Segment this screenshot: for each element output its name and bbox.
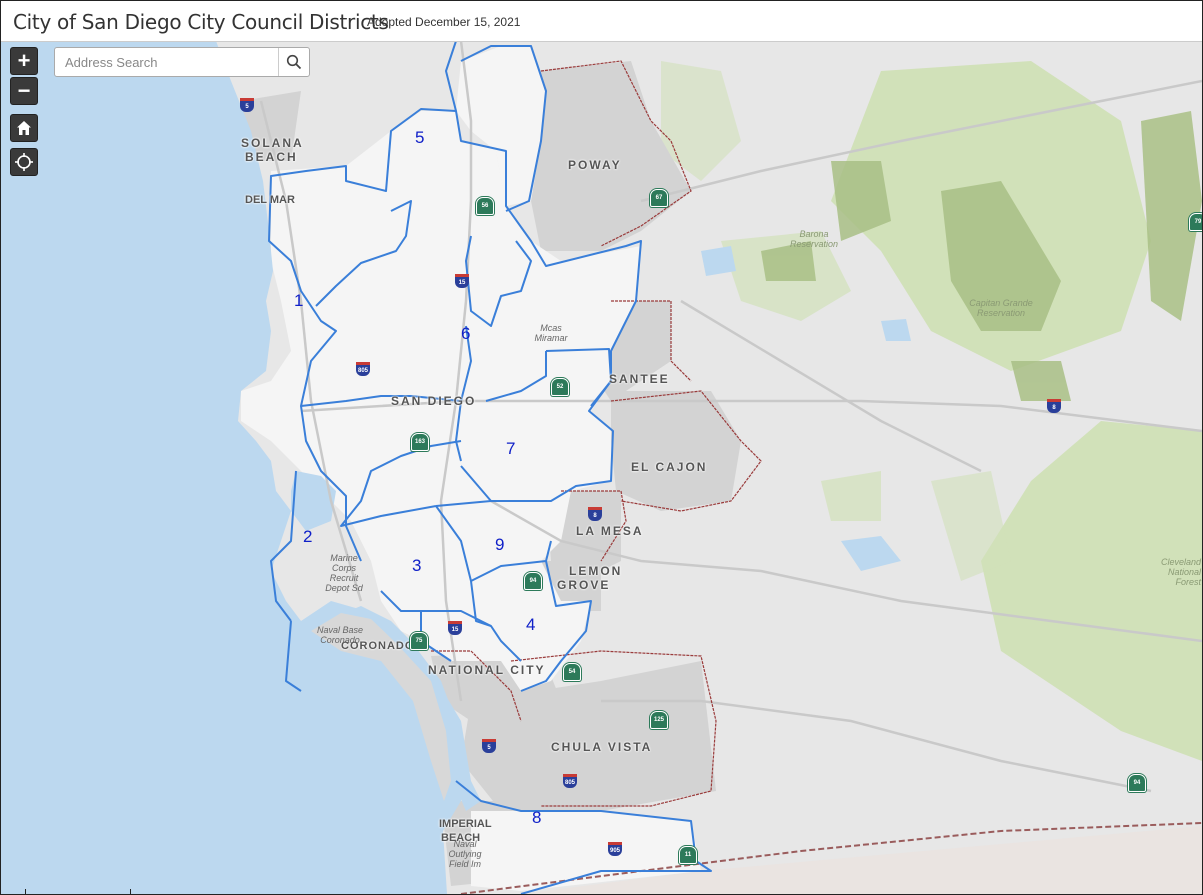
scale-bar: 4mi bbox=[25, 889, 131, 894]
label-marine-corps-depot: Marine Corps Recruit Depot Sd bbox=[325, 553, 363, 593]
city-label-national-city: NATIONAL CITY bbox=[428, 663, 546, 677]
home-icon bbox=[17, 121, 31, 135]
state-route-54-shield: 54 bbox=[563, 663, 581, 681]
city-label-del-mar: DEL MAR bbox=[245, 194, 295, 206]
search-icon bbox=[286, 54, 302, 70]
interstate-5-shield: 5 bbox=[240, 98, 254, 112]
locate-icon bbox=[15, 153, 33, 171]
city-label-santee: SANTEE bbox=[609, 372, 670, 386]
district-label-1: 1 bbox=[294, 291, 304, 310]
district-label-8: 8 bbox=[532, 808, 542, 827]
interstate-8-shield: 8 bbox=[588, 507, 602, 521]
city-label-solana-beach-1: SOLANA bbox=[241, 136, 304, 150]
city-label-lemon-grove-1: LEMON bbox=[569, 564, 623, 578]
interstate-15-shield: 15 bbox=[455, 274, 469, 288]
address-search bbox=[54, 47, 310, 77]
state-route-94-shield: 94 bbox=[524, 572, 542, 590]
interstate-8-east-shield: 8 bbox=[1047, 399, 1061, 413]
zoom-in-button[interactable]: + bbox=[10, 47, 38, 75]
label-cleveland-national-forest: Cleveland National Forest bbox=[1160, 557, 1201, 587]
scale-line bbox=[25, 889, 131, 894]
state-route-163-shield: 163 bbox=[411, 433, 429, 451]
city-label-solana-beach-2: BEACH bbox=[245, 150, 298, 164]
district-label-2: 2 bbox=[303, 527, 313, 546]
city-label-imperial-beach-1: IMPERIAL bbox=[439, 818, 492, 830]
app-header: City of San Diego City Council Districts… bbox=[1, 1, 1202, 42]
district-label-7: 7 bbox=[506, 439, 516, 458]
interstate-5-south-shield: 5 bbox=[482, 739, 496, 753]
state-route-11-shield: 11 bbox=[679, 846, 697, 864]
district-label-4: 4 bbox=[526, 615, 536, 634]
state-route-79-shield: 79 bbox=[1189, 213, 1202, 231]
home-button[interactable] bbox=[10, 114, 38, 142]
label-mcas-miramar: Mcas Miramar bbox=[534, 323, 568, 343]
state-route-75-shield: 75 bbox=[410, 632, 428, 650]
district-label-6: 6 bbox=[461, 324, 471, 343]
zoom-out-button[interactable]: − bbox=[10, 77, 38, 105]
adoption-date: Adopted December 15, 2021 bbox=[367, 15, 521, 29]
map-view[interactable]: SOLANA BEACH DEL MAR POWAY SAN DIEGO SAN… bbox=[1, 41, 1202, 894]
interstate-905-shield: 905 bbox=[608, 842, 622, 856]
city-label-lemon-grove-2: GROVE bbox=[557, 578, 611, 592]
state-route-94-east-shield: 94 bbox=[1128, 774, 1146, 792]
address-search-input[interactable] bbox=[55, 48, 277, 76]
locate-button[interactable] bbox=[10, 148, 38, 176]
district-label-3: 3 bbox=[412, 556, 422, 575]
city-label-poway: POWAY bbox=[568, 158, 622, 172]
app-frame: City of San Diego City Council Districts… bbox=[0, 0, 1203, 895]
state-route-56-shield: 56 bbox=[476, 197, 494, 215]
label-naval-base-coronado: Naval Base Coronado bbox=[316, 625, 364, 645]
state-route-67-shield: 67 bbox=[650, 189, 668, 207]
interstate-805-shield: 805 bbox=[356, 362, 370, 376]
interstate-805-south-shield: 805 bbox=[563, 774, 577, 788]
interstate-15-south-shield: 15 bbox=[448, 621, 462, 635]
label-barona-reservation: Barona Reservation bbox=[789, 229, 839, 249]
city-label-chula-vista: CHULA VISTA bbox=[551, 740, 653, 754]
state-route-52-shield: 52 bbox=[551, 378, 569, 396]
label-naval-outlying-field: Naval Outlying Field Im bbox=[448, 839, 482, 869]
state-route-125-shield: 125 bbox=[650, 711, 668, 729]
page-title: City of San Diego City Council Districts bbox=[13, 10, 389, 34]
district-label-9: 9 bbox=[495, 535, 505, 554]
city-label-la-mesa: LA MESA bbox=[576, 524, 644, 538]
search-button[interactable] bbox=[278, 48, 309, 76]
city-label-san-diego: SAN DIEGO bbox=[391, 394, 477, 408]
label-capitan-grande: Capitan Grande Reservation bbox=[969, 298, 1033, 318]
zoom-controls: + − bbox=[10, 47, 38, 105]
district-label-5: 5 bbox=[415, 128, 425, 147]
city-label-el-cajon: EL CAJON bbox=[631, 460, 708, 474]
